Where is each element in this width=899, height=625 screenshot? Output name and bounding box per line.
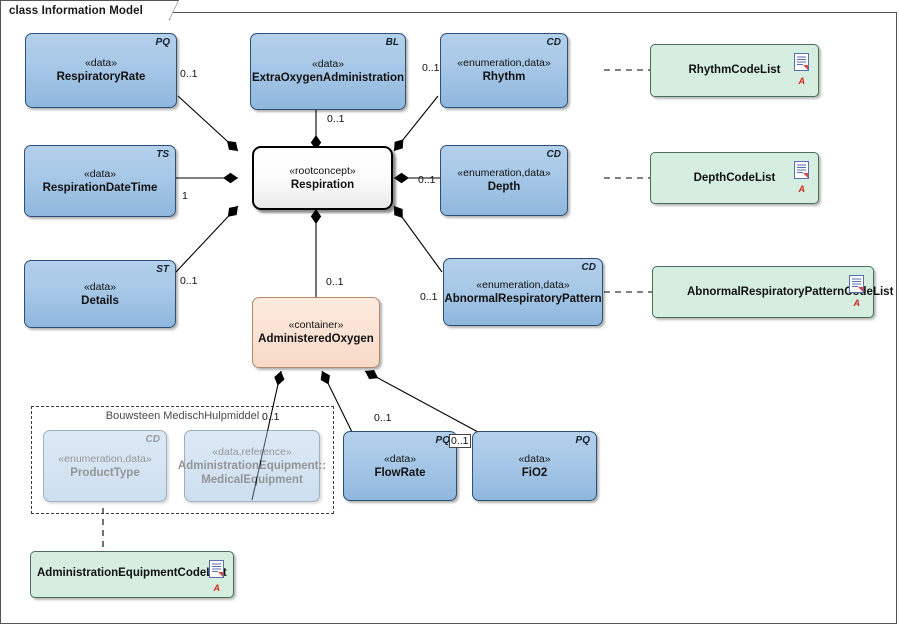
- document-icon: [209, 560, 224, 578]
- document-icon: [794, 53, 809, 71]
- multiplicity-medical-equipment: 0..1: [262, 411, 280, 423]
- class-type-corner: ST: [156, 264, 169, 275]
- stereotype-label: «enumeration,data»: [457, 167, 551, 179]
- class-type-corner: CD: [145, 434, 160, 445]
- diagram-title-tab: class Information Model: [0, 0, 179, 21]
- stereotype-label: «data,reference»: [212, 445, 292, 458]
- class-product-type[interactable]: CD «enumeration,data» ProductType: [43, 430, 167, 502]
- class-name: AdministrationEquipment::: [177, 459, 327, 472]
- multiplicity-respiratory-rate: 0..1: [180, 68, 198, 80]
- class-abnormal-respiratory-pattern[interactable]: CD «enumeration,data» AbnormalRespirator…: [443, 258, 603, 326]
- codelist-name: DepthCodeList: [693, 172, 776, 184]
- class-type-corner: CD: [546, 37, 561, 48]
- stereotype-label: «data»: [518, 452, 551, 465]
- codelist-badge: A: [798, 184, 806, 194]
- class-name: Details: [81, 294, 119, 307]
- class-administered-oxygen[interactable]: «container» AdministeredOxygen: [252, 297, 380, 368]
- codelist-administration-equipment[interactable]: AdministrationEquipmentCodeList A: [30, 551, 234, 598]
- codelist-badge: A: [798, 76, 806, 86]
- class-name: AbnormalRespiratoryPattern: [444, 292, 602, 305]
- class-type-corner: BL: [385, 37, 399, 48]
- uml-class-diagram: class Information Model PQ «data» Respir…: [0, 0, 899, 625]
- multiplicity-flow-rate: 0..1: [374, 412, 392, 424]
- multiplicity-administered-oxygen: 0..1: [326, 276, 344, 288]
- class-type-corner: CD: [546, 149, 561, 160]
- multiplicity-rhythm: 0..1: [422, 62, 440, 74]
- stereotype-label: «data»: [311, 58, 345, 70]
- codelist-name: AbnormalRespiratoryPatternCodeList: [687, 286, 894, 298]
- codelist-abnormal-respiratory-pattern[interactable]: AbnormalRespiratoryPatternCodeList A: [652, 266, 894, 318]
- multiplicity-details: 0..1: [180, 275, 198, 287]
- class-respiration-date-time[interactable]: TS «data» RespirationDateTime: [24, 145, 176, 217]
- package-title: Bouwsteen MedischHulpmiddel: [105, 410, 260, 422]
- class-name: Depth: [487, 181, 521, 193]
- class-details[interactable]: ST «data» Details: [24, 260, 176, 328]
- class-flow-rate[interactable]: PQ «data» FlowRate: [343, 431, 457, 501]
- class-type-corner: CD: [581, 262, 596, 273]
- document-icon: [849, 275, 864, 293]
- class-depth[interactable]: CD «enumeration,data» Depth: [440, 145, 568, 216]
- class-type-corner: PQ: [435, 435, 450, 446]
- stereotype-label: «data»: [83, 167, 117, 180]
- diagram-title: class Information Model: [9, 4, 143, 17]
- stereotype-label: «enumeration,data»: [58, 452, 152, 465]
- class-name: Respiration: [290, 178, 355, 191]
- stereotype-label: «enumeration,data»: [457, 57, 551, 69]
- multiplicity-fio2: 0..1: [449, 434, 471, 448]
- codelist-name: AdministrationEquipmentCodeList: [37, 567, 227, 579]
- class-respiratory-rate[interactable]: PQ «data» RespiratoryRate: [25, 33, 177, 108]
- multiplicity-abnormal-pattern: 0..1: [420, 291, 438, 303]
- class-name: RespirationDateTime: [42, 181, 158, 194]
- stereotype-label: «rootconcept»: [289, 164, 356, 177]
- class-respiration-rootconcept[interactable]: «rootconcept» Respiration: [252, 146, 393, 210]
- class-administration-equipment-medical-equipment[interactable]: «data,reference» AdministrationEquipment…: [178, 430, 326, 502]
- class-name: RespiratoryRate: [56, 71, 146, 83]
- stereotype-label: «enumeration,data»: [476, 278, 570, 291]
- stereotype-label: «data»: [83, 280, 117, 293]
- class-type-corner: PQ: [155, 37, 170, 48]
- class-name: ProductType: [70, 466, 140, 479]
- class-name: FlowRate: [374, 466, 426, 479]
- class-extra-oxygen-administration[interactable]: BL «data» ExtraOxygenAdministration: [250, 33, 406, 110]
- class-name: ExtraOxygenAdministration: [251, 72, 405, 84]
- multiplicity-respiration-date: 1: [182, 190, 188, 202]
- codelist-name: RhythmCodeList: [688, 64, 781, 76]
- multiplicity-extra-oxygen: 0..1: [327, 113, 345, 125]
- codelist-badge: A: [213, 583, 221, 593]
- class-name: Rhythm: [482, 71, 526, 83]
- class-fio2[interactable]: PQ «data» FiO2: [472, 431, 597, 501]
- codelist-rhythm[interactable]: RhythmCodeList A: [650, 44, 819, 97]
- class-name: FiO2: [521, 466, 548, 479]
- codelist-depth[interactable]: DepthCodeList A: [650, 152, 819, 204]
- class-name: AdministeredOxygen: [258, 333, 374, 345]
- stereotype-label: «data»: [84, 57, 118, 69]
- class-type-corner: TS: [156, 149, 169, 160]
- class-rhythm[interactable]: CD «enumeration,data» Rhythm: [440, 33, 568, 108]
- codelist-badge: A: [853, 298, 861, 308]
- stereotype-label: «data»: [383, 452, 417, 465]
- multiplicity-depth: 0..1: [418, 174, 436, 186]
- class-type-corner: PQ: [575, 435, 590, 446]
- stereotype-label: «container»: [288, 319, 344, 331]
- document-icon: [794, 161, 809, 179]
- class-name-line2: MedicalEquipment: [201, 473, 303, 486]
